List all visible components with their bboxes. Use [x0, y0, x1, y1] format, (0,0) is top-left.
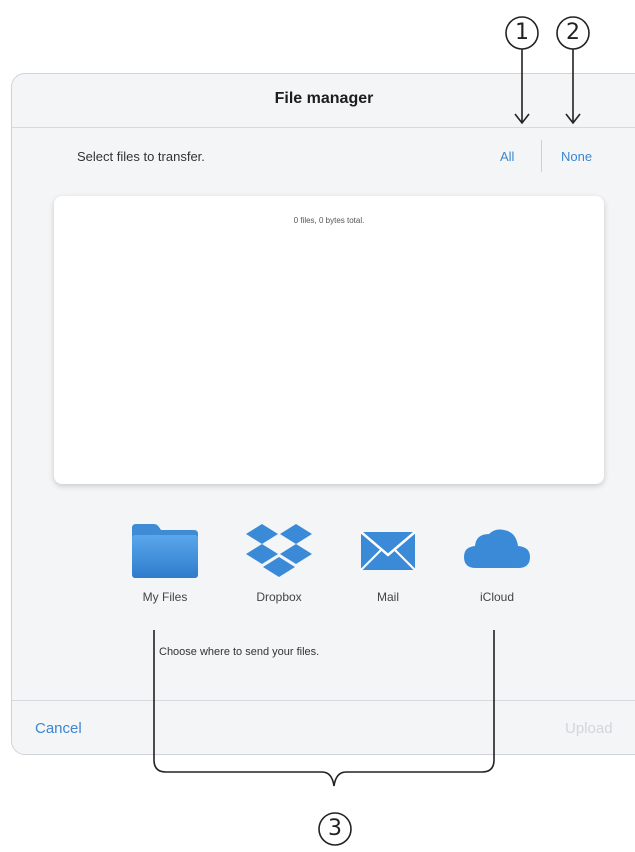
dialog-title: File manager [274, 90, 374, 107]
mail-icon [360, 531, 416, 571]
destination-hint: Choose where to send your files. [159, 646, 320, 658]
dialog-footer: Cancel Upload [12, 700, 635, 754]
callout-3-circle [318, 812, 352, 846]
upload-button[interactable]: Upload [565, 720, 613, 737]
callout-2-number: 2 [566, 20, 580, 45]
selection-divider [541, 140, 542, 172]
file-list-panel[interactable]: 0 files, 0 bytes total. [54, 196, 604, 484]
destination-label: My Files [142, 590, 188, 604]
destination-my-files[interactable]: My Files [115, 522, 215, 604]
callout-2-circle [556, 16, 590, 50]
dropbox-icon [246, 524, 312, 577]
select-instruction: Select files to transfer. [77, 149, 205, 164]
callout-3-number: 3 [328, 816, 342, 841]
destination-dropbox[interactable]: Dropbox [229, 522, 329, 604]
destination-mail[interactable]: Mail [338, 522, 438, 604]
callout-1-number: 1 [515, 20, 529, 45]
destination-icloud[interactable]: iCloud [447, 522, 547, 604]
file-manager-dialog: File manager Select files to transfer. A… [11, 73, 635, 755]
callout-1-circle [505, 16, 539, 50]
select-none-button[interactable]: None [561, 149, 592, 164]
folder-icon [132, 524, 198, 578]
destination-label: Dropbox [256, 590, 302, 604]
cancel-button[interactable]: Cancel [35, 720, 82, 737]
file-summary: 0 files, 0 bytes total. [293, 216, 365, 225]
dialog-header: File manager [12, 74, 635, 128]
destination-label: iCloud [479, 590, 515, 604]
destination-label: Mail [376, 590, 399, 604]
select-all-button[interactable]: All [500, 149, 514, 164]
cloud-icon [464, 529, 530, 568]
